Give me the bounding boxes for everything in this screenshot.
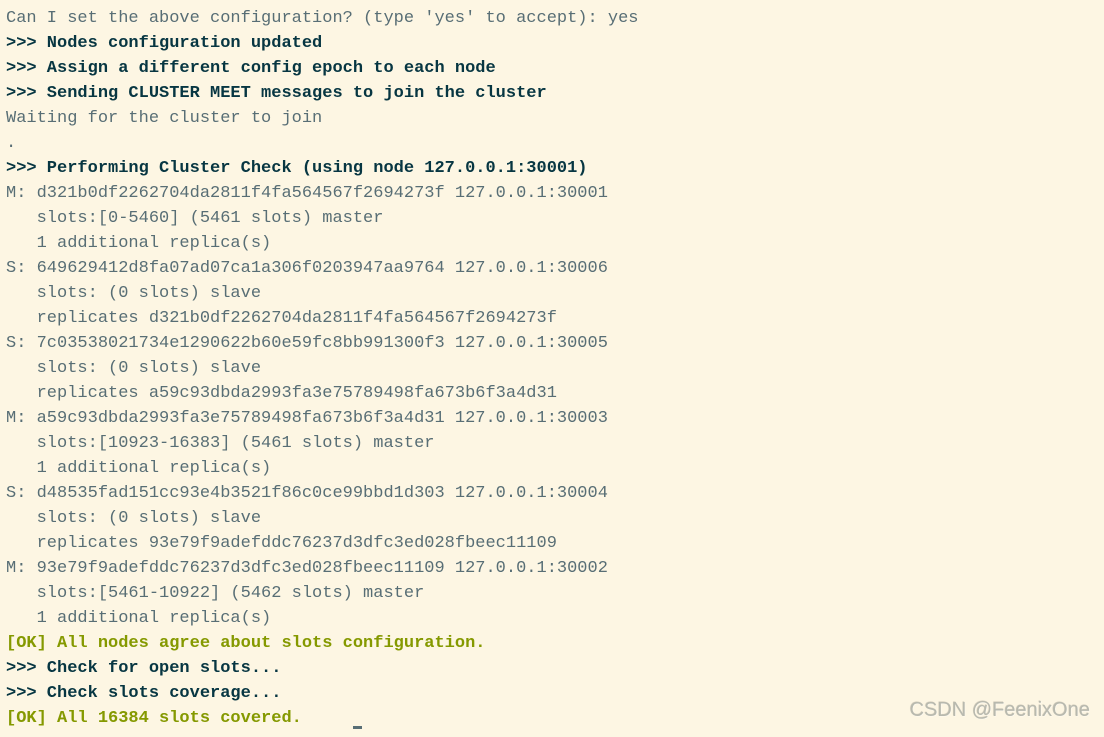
status-line: >>> Check slots coverage... xyxy=(6,681,1098,706)
terminal-output: Can I set the above configuration? (type… xyxy=(6,6,1098,731)
node-line: slots: (0 slots) slave xyxy=(6,506,1098,531)
node-line: slots: (0 slots) slave xyxy=(6,356,1098,381)
status-line: >>> Nodes configuration updated xyxy=(6,31,1098,56)
node-line: S: d48535fad151cc93e4b3521f86c0ce99bbd1d… xyxy=(6,481,1098,506)
status-line: >>> Performing Cluster Check (using node… xyxy=(6,156,1098,181)
node-line: slots:[10923-16383] (5461 slots) master xyxy=(6,431,1098,456)
ok-line: [OK] All nodes agree about slots configu… xyxy=(6,631,1098,656)
node-line: 1 additional replica(s) xyxy=(6,456,1098,481)
node-line: M: d321b0df2262704da2811f4fa564567f26942… xyxy=(6,181,1098,206)
status-line: >>> Sending CLUSTER MEET messages to joi… xyxy=(6,81,1098,106)
node-line: 1 additional replica(s) xyxy=(6,231,1098,256)
last-line-wrap: [OK] All 16384 slots covered. xyxy=(6,706,1098,731)
status-line: >>> Assign a different config epoch to e… xyxy=(6,56,1098,81)
prompt-line: Can I set the above configuration? (type… xyxy=(6,6,1098,31)
node-line: replicates 93e79f9adefddc76237d3dfc3ed02… xyxy=(6,531,1098,556)
node-line: slots: (0 slots) slave xyxy=(6,281,1098,306)
node-line: replicates d321b0df2262704da2811f4fa5645… xyxy=(6,306,1098,331)
ok-line: [OK] All 16384 slots covered. xyxy=(6,709,302,728)
node-line: 1 additional replica(s) xyxy=(6,606,1098,631)
cursor-icon xyxy=(353,726,362,729)
waiting-line: Waiting for the cluster to join xyxy=(6,106,1098,131)
status-line: >>> Check for open slots... xyxy=(6,656,1098,681)
node-line: M: 93e79f9adefddc76237d3dfc3ed028fbeec11… xyxy=(6,556,1098,581)
node-line: S: 7c03538021734e1290622b60e59fc8bb99130… xyxy=(6,331,1098,356)
node-line: M: a59c93dbda2993fa3e75789498fa673b6f3a4… xyxy=(6,406,1098,431)
node-line: replicates a59c93dbda2993fa3e75789498fa6… xyxy=(6,381,1098,406)
node-line: slots:[0-5460] (5461 slots) master xyxy=(6,206,1098,231)
node-line: S: 649629412d8fa07ad07ca1a306f0203947aa9… xyxy=(6,256,1098,281)
dot-line: . xyxy=(6,131,1098,156)
node-line: slots:[5461-10922] (5462 slots) master xyxy=(6,581,1098,606)
